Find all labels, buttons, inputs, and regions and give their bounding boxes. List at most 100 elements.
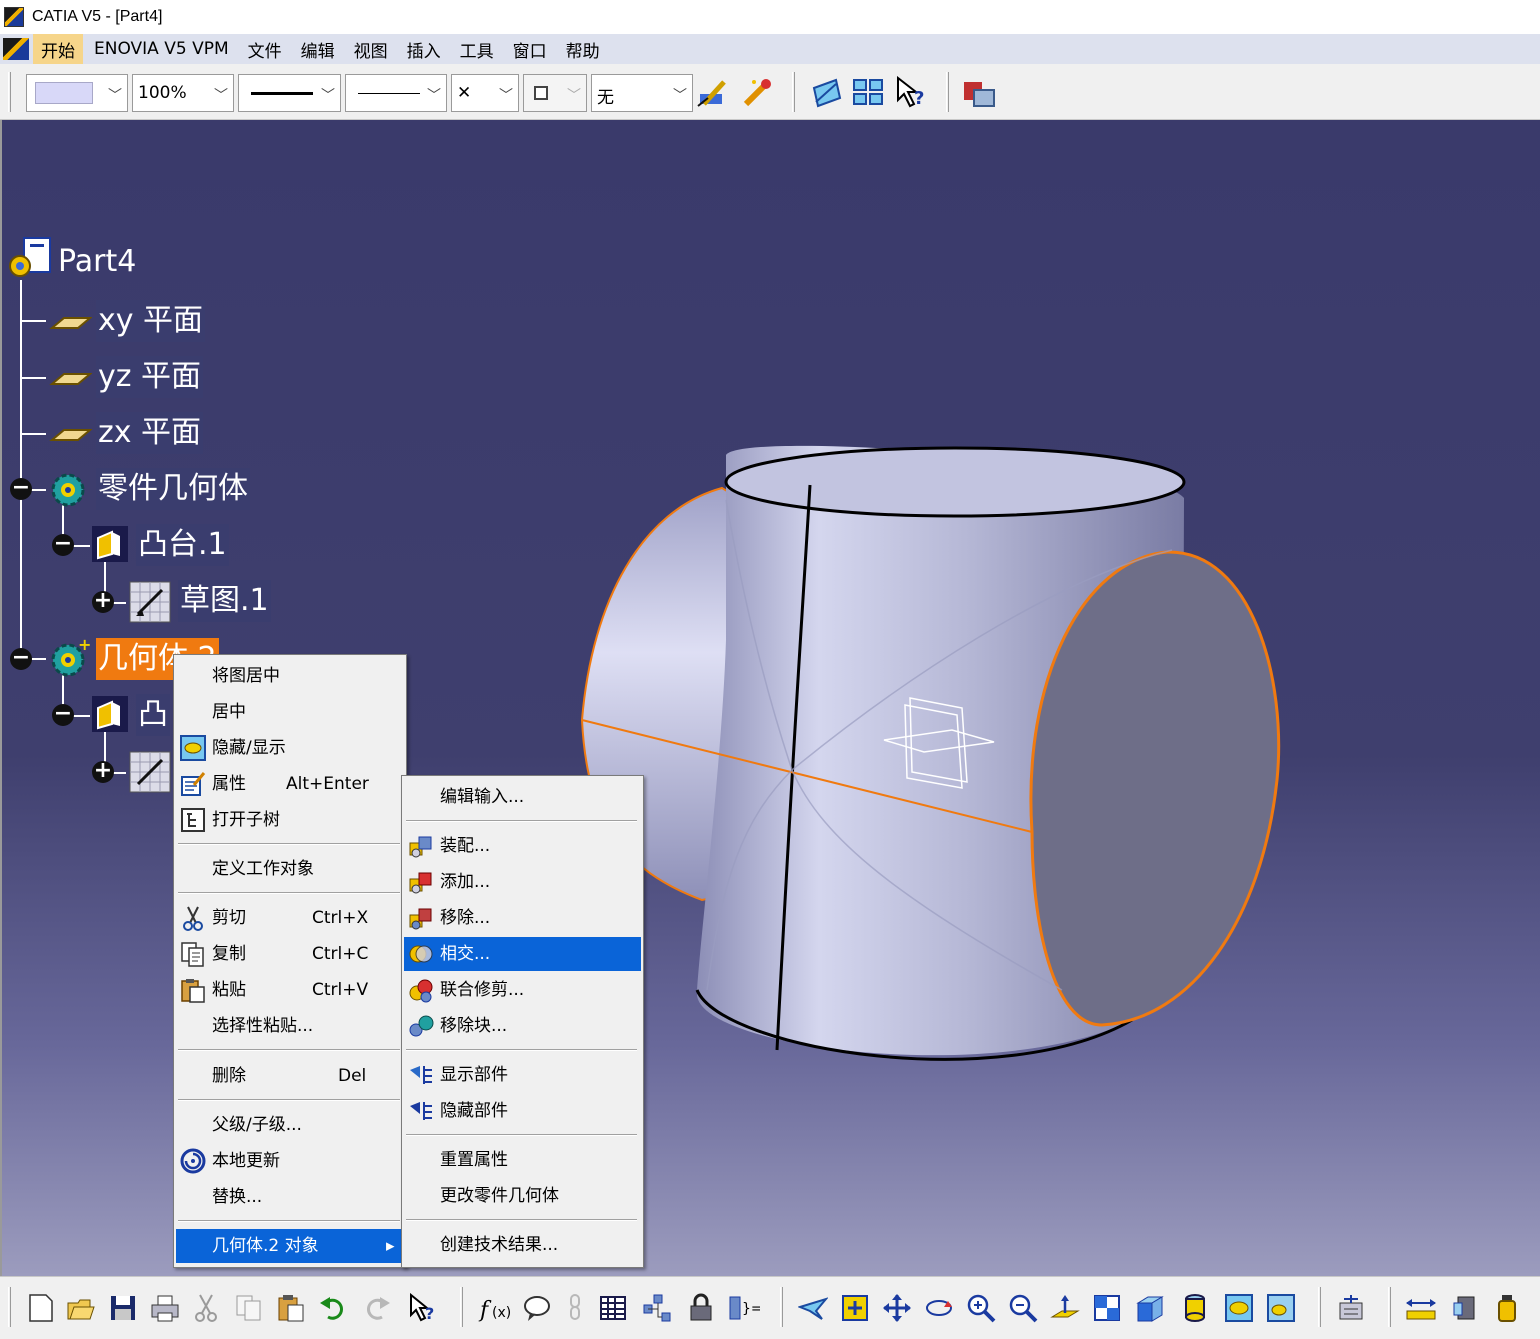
tree-node-part4[interactable]: Part4	[56, 241, 138, 283]
cut-icon[interactable]	[190, 1291, 224, 1325]
toolbar-grip[interactable]	[792, 72, 795, 112]
menu-tools[interactable]: 工具	[452, 34, 502, 65]
body-gear-icon[interactable]	[48, 468, 88, 508]
properties-wand-icon[interactable]	[740, 76, 774, 110]
tree-node-pad2[interactable]: 凸	[136, 694, 170, 736]
menu-item-paste[interactable]: 粘贴 Ctrl+V	[176, 973, 404, 1007]
plane-icon[interactable]	[48, 302, 93, 342]
menu-item-edit-inputs[interactable]: 编辑输入...	[404, 780, 641, 814]
zoom-in-icon[interactable]	[964, 1291, 998, 1325]
catalog-icon[interactable]	[1334, 1291, 1368, 1325]
tree-node-part-body[interactable]: 零件几何体	[96, 468, 250, 510]
menu-item-center-graph[interactable]: 将图居中	[176, 659, 404, 693]
menu-item-local-update[interactable]: 本地更新	[176, 1144, 404, 1178]
part-icon[interactable]	[6, 236, 51, 277]
menu-enovia[interactable]: ENOVIA V5 VPM	[86, 36, 237, 62]
menu-item-cut[interactable]: 剪切 Ctrl+X	[176, 901, 404, 935]
line-weight-combo[interactable]: ﹀	[238, 74, 341, 112]
quick-view-icon[interactable]	[1090, 1291, 1124, 1325]
collapse-icon[interactable]: −	[52, 533, 74, 556]
lock-icon[interactable]	[684, 1291, 718, 1325]
fly-mode-icon[interactable]	[796, 1291, 830, 1325]
link-icon[interactable]	[558, 1291, 592, 1325]
measure-icon[interactable]	[1404, 1291, 1438, 1325]
rotate-icon[interactable]	[922, 1291, 956, 1325]
paste-icon[interactable]	[274, 1291, 308, 1325]
toolbar-grip[interactable]	[1318, 1287, 1321, 1327]
hide-show-icon[interactable]	[1222, 1291, 1256, 1325]
shading-icon[interactable]	[1178, 1291, 1212, 1325]
toolbar-grip[interactable]	[8, 72, 11, 112]
iso-view-icon[interactable]	[1132, 1291, 1166, 1325]
menu-item-add[interactable]: 添加...	[404, 865, 641, 899]
undo-icon[interactable]	[316, 1291, 350, 1325]
whats-this-icon[interactable]: ?	[406, 1291, 440, 1325]
menu-item-union-trim[interactable]: 联合修剪...	[404, 973, 641, 1007]
material-icon[interactable]	[1490, 1291, 1524, 1325]
layer-combo[interactable]: 无 ﹀	[591, 74, 693, 112]
menu-edit[interactable]: 编辑	[293, 34, 343, 65]
toolbar-grip[interactable]	[1388, 1287, 1391, 1327]
menu-item-hide-components[interactable]: 隐藏部件	[404, 1094, 641, 1128]
layer-filter-combo[interactable]: ﹀	[523, 74, 587, 112]
menu-item-assemble[interactable]: 装配...	[404, 829, 641, 863]
color-combo[interactable]: ﹀	[26, 74, 128, 112]
tree-node-xy-plane[interactable]: xy 平面	[96, 300, 206, 342]
tree-node-pad1[interactable]: 凸台.1	[136, 524, 229, 566]
menu-item-paste-special[interactable]: 选择性粘贴...	[176, 1009, 404, 1043]
expand-icon[interactable]: +	[92, 760, 114, 783]
fit-all-icon[interactable]	[838, 1291, 872, 1325]
normal-view-icon[interactable]	[1048, 1291, 1082, 1325]
catia-menu-logo-icon[interactable]	[3, 38, 29, 60]
menu-item-properties[interactable]: 属性 Alt+Enter	[176, 767, 404, 801]
collapse-icon[interactable]: −	[10, 477, 32, 500]
flat-view-icon[interactable]	[810, 76, 844, 110]
plane-icon[interactable]	[48, 358, 93, 398]
menu-item-intersect[interactable]: 相交...	[404, 937, 641, 971]
menu-item-copy[interactable]: 复制 Ctrl+C	[176, 937, 404, 971]
tree-node-yz-plane[interactable]: yz 平面	[96, 356, 204, 398]
open-icon[interactable]	[64, 1291, 98, 1325]
comment-icon[interactable]	[520, 1291, 554, 1325]
pan-icon[interactable]	[880, 1291, 914, 1325]
sketch-icon[interactable]	[128, 750, 171, 793]
menu-item-open-subtree[interactable]: 打开子树	[176, 803, 404, 837]
menu-item-create-tech-results[interactable]: 创建技术结果...	[404, 1228, 641, 1262]
menu-item-replace[interactable]: 替换...	[176, 1180, 404, 1214]
transparency-combo[interactable]: 100% ﹀	[132, 74, 234, 112]
expand-icon[interactable]: +	[92, 590, 114, 613]
pad-icon[interactable]	[90, 524, 130, 564]
toolbar-grip[interactable]	[8, 1287, 11, 1327]
menu-item-body2-object[interactable]: 几何体.2 对象 ▸	[176, 1229, 404, 1263]
plane-icon[interactable]	[48, 414, 93, 454]
line-type-combo[interactable]: ﹀	[345, 74, 447, 112]
menu-file[interactable]: 文件	[240, 34, 290, 65]
tree-node-zx-plane[interactable]: zx 平面	[96, 412, 204, 454]
menu-view[interactable]: 视图	[346, 34, 396, 65]
menu-help[interactable]: 帮助	[558, 34, 608, 65]
whats-this-icon[interactable]: ?	[894, 76, 928, 110]
inertia-icon[interactable]	[1448, 1291, 1482, 1325]
swap-visible-icon[interactable]	[1264, 1291, 1298, 1325]
toolbar-grip[interactable]	[946, 72, 949, 112]
formula-icon[interactable]: f (x)	[478, 1291, 512, 1325]
menu-window[interactable]: 窗口	[505, 34, 555, 65]
menu-item-center[interactable]: 居中	[176, 695, 404, 729]
table-icon[interactable]	[596, 1291, 630, 1325]
menu-item-show-components[interactable]: 显示部件	[404, 1058, 641, 1092]
zoom-out-icon[interactable]	[1006, 1291, 1040, 1325]
sketch-icon[interactable]	[128, 580, 171, 623]
new-icon[interactable]	[24, 1291, 58, 1325]
menu-item-remove[interactable]: 移除...	[404, 901, 641, 935]
toolbar-grip[interactable]	[460, 1287, 463, 1327]
menu-insert[interactable]: 插入	[399, 34, 449, 65]
menu-item-hide-show[interactable]: 隐藏/显示	[176, 731, 404, 765]
toolbar-grip[interactable]	[780, 1287, 783, 1327]
collapse-icon[interactable]: −	[52, 703, 74, 726]
save-icon[interactable]	[106, 1291, 140, 1325]
collapse-icon[interactable]: −	[10, 647, 32, 670]
multi-view-icon[interactable]	[852, 76, 886, 110]
knowledge-icon[interactable]	[640, 1291, 674, 1325]
menu-item-remove-lump[interactable]: 移除块...	[404, 1009, 641, 1043]
menu-item-parents-children[interactable]: 父级/子级...	[176, 1108, 404, 1142]
